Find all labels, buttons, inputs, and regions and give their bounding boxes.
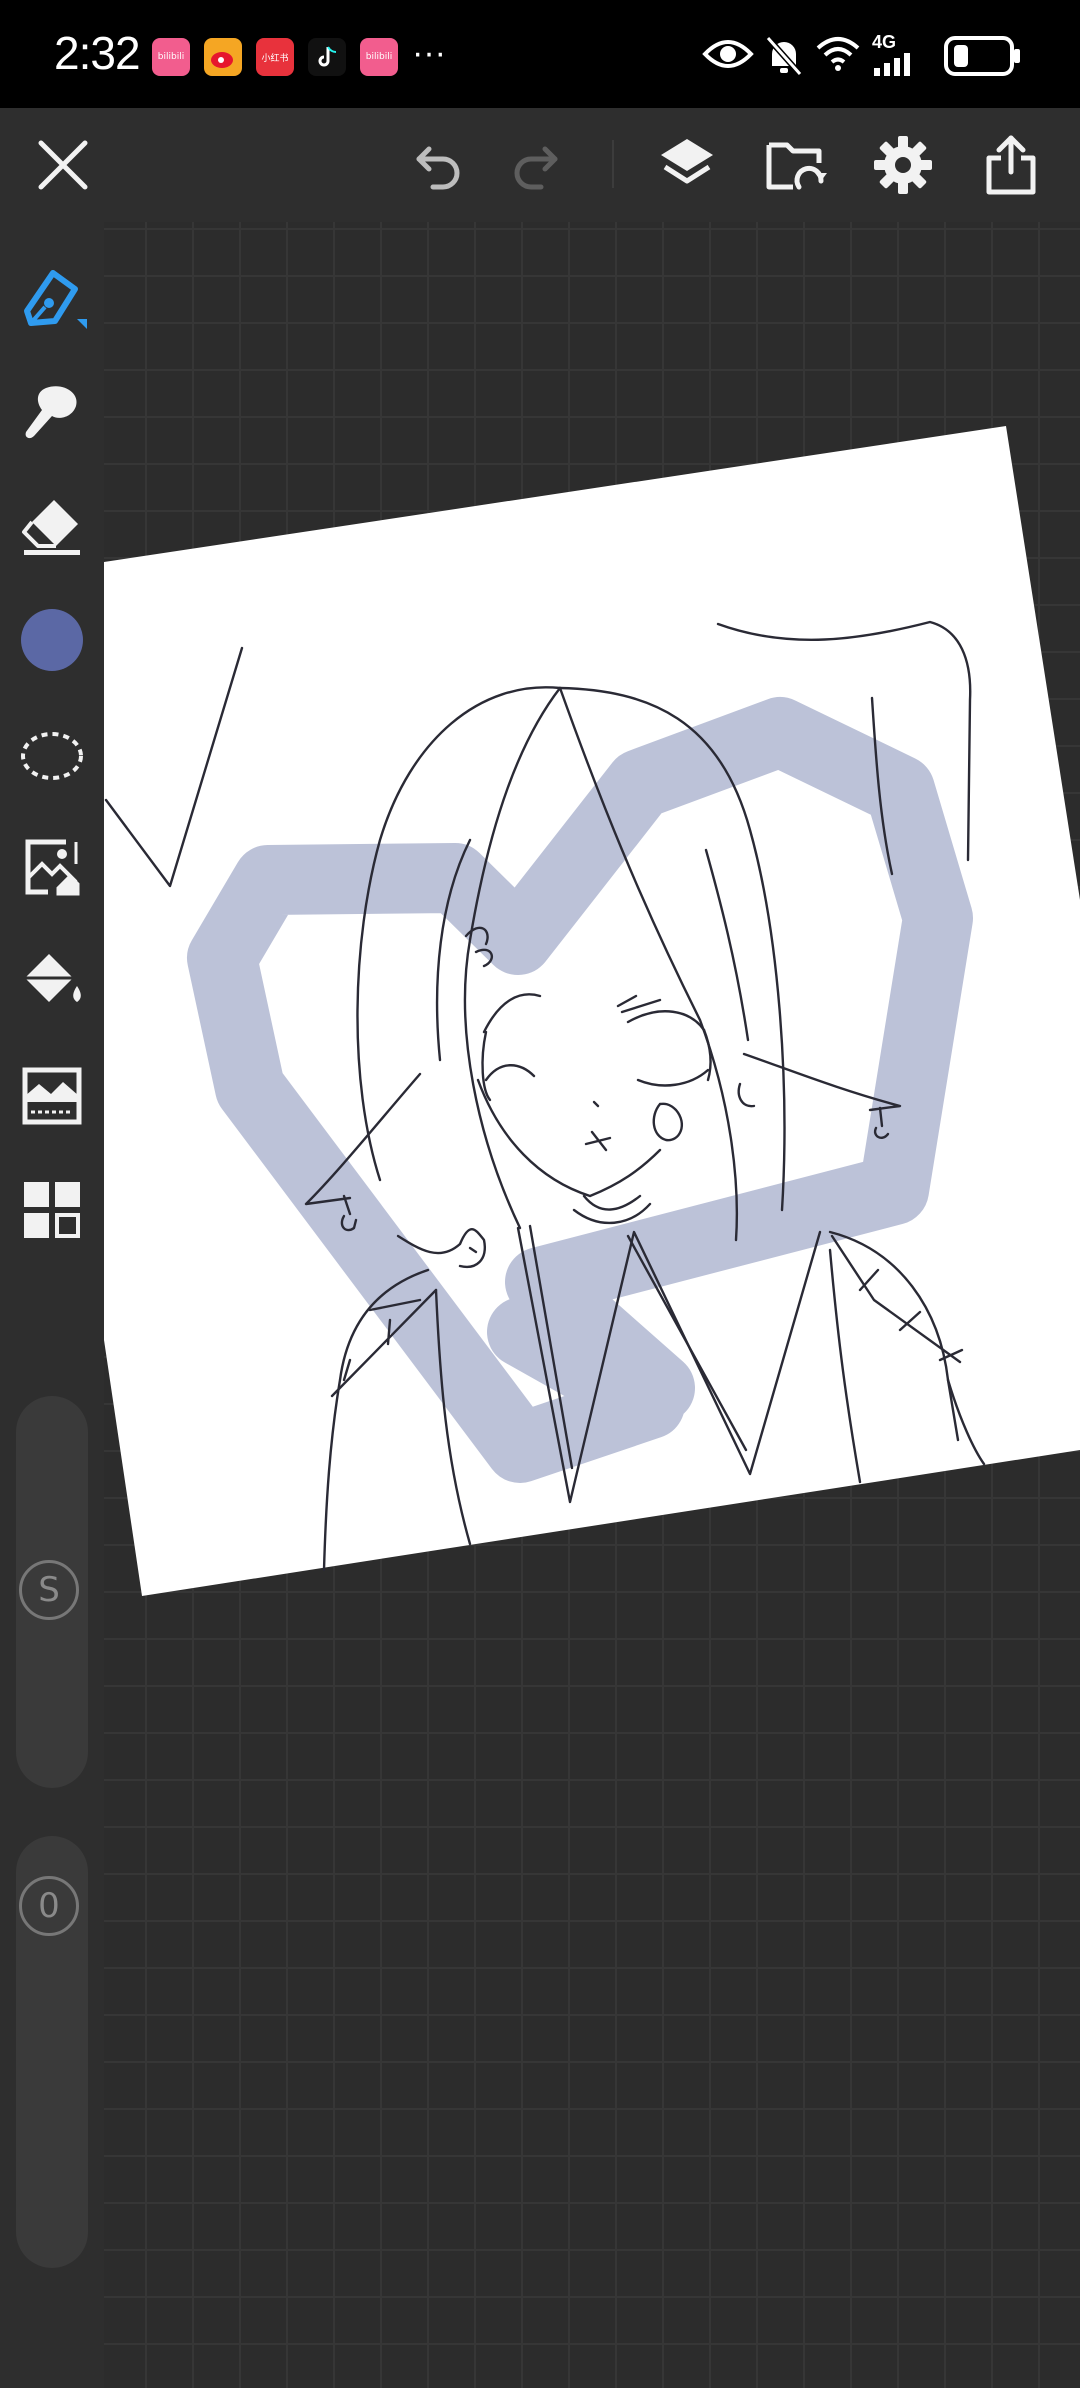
eye-icon xyxy=(702,40,754,68)
color-swatch xyxy=(21,609,83,671)
adjust-image-icon xyxy=(22,1067,82,1125)
share-icon xyxy=(986,135,1036,195)
lasso-tool[interactable] xyxy=(12,714,92,794)
tiktok-icon xyxy=(308,38,346,76)
drawing-canvas[interactable] xyxy=(104,222,1080,2388)
redo-button[interactable] xyxy=(500,130,570,200)
adjust-tool[interactable] xyxy=(12,1056,92,1136)
status-bar: 2:32 bilibili 小红书 bilibili ··· 4G xyxy=(0,0,1080,108)
pen-icon xyxy=(24,270,87,329)
image-icon xyxy=(25,839,80,896)
signal-icon xyxy=(874,53,910,76)
bilibili-icon: bilibili xyxy=(152,38,190,76)
lasso-icon xyxy=(21,732,83,780)
gallery-tool[interactable] xyxy=(12,1170,92,1250)
grid-icon xyxy=(24,1182,80,1238)
weibo-icon xyxy=(204,38,242,76)
battery-icon xyxy=(944,36,1020,76)
brush-size-slider[interactable]: S xyxy=(16,1396,88,1788)
fill-tool[interactable] xyxy=(12,942,92,1022)
top-toolbar xyxy=(0,108,1080,222)
bilibili-icon: bilibili xyxy=(360,38,398,76)
eraser-icon xyxy=(22,500,80,555)
layers-icon xyxy=(661,139,713,184)
eraser-tool[interactable] xyxy=(12,486,92,566)
color-picker[interactable] xyxy=(12,600,92,680)
import-button[interactable] xyxy=(760,130,830,200)
settings-button[interactable] xyxy=(868,130,938,200)
tool-rail: S 0 xyxy=(0,222,104,2388)
toolbar-divider xyxy=(612,140,614,188)
mute-bell-icon xyxy=(765,36,803,76)
export-button[interactable] xyxy=(976,130,1046,200)
smudge-tool[interactable] xyxy=(12,372,92,452)
paint-bucket-icon xyxy=(25,954,81,1002)
close-button[interactable] xyxy=(28,130,98,200)
redo-icon xyxy=(514,146,558,190)
pen-tool[interactable] xyxy=(12,258,92,338)
status-time: 2:32 xyxy=(54,27,141,79)
xiaohongshu-icon: 小红书 xyxy=(256,38,294,76)
opacity-knob[interactable]: 0 xyxy=(19,1876,79,1936)
wifi-icon xyxy=(816,37,860,71)
layers-button[interactable] xyxy=(652,130,722,200)
folder-import-icon xyxy=(766,142,827,190)
more-notifications-icon: ··· xyxy=(412,34,446,72)
brush-size-knob[interactable]: S xyxy=(19,1560,79,1620)
gear-icon xyxy=(874,136,932,194)
undo-icon xyxy=(416,146,460,190)
canvas-area[interactable] xyxy=(104,222,1080,2388)
smudge-icon xyxy=(25,386,77,439)
undo-button[interactable] xyxy=(404,130,474,200)
opacity-slider[interactable]: 0 xyxy=(16,1836,88,2268)
image-import-tool[interactable] xyxy=(12,828,92,908)
close-icon xyxy=(38,140,88,190)
